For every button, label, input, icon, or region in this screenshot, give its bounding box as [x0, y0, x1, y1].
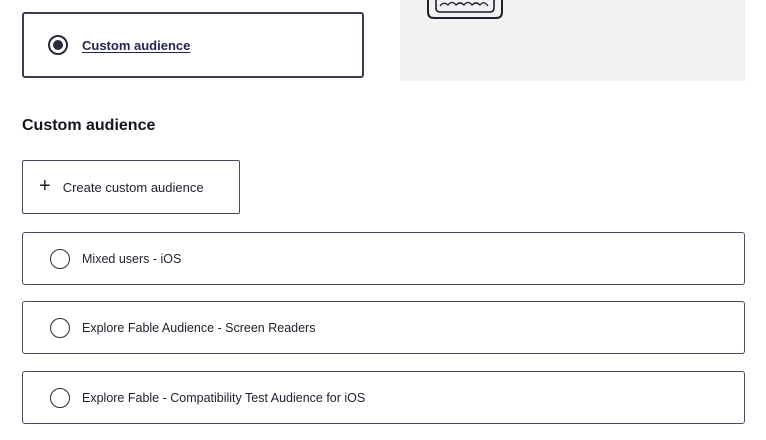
create-custom-audience-button[interactable]: + Create custom audience	[22, 160, 240, 214]
radio-dot	[53, 40, 63, 50]
audience-option-screen-readers[interactable]: Explore Fable Audience - Screen Readers	[22, 301, 745, 354]
audience-option-mixed-users-ios[interactable]: Mixed users - iOS	[22, 232, 745, 285]
section-title: Custom audience	[22, 117, 156, 134]
audience-type-label[interactable]: Custom audience	[82, 38, 190, 53]
audience-option-label: Mixed users - iOS	[82, 251, 182, 266]
radio-unselected[interactable]	[50, 387, 70, 408]
radio-selected[interactable]	[48, 35, 68, 55]
plus-icon: +	[39, 175, 51, 197]
audience-option-compatibility-ios[interactable]: Explore Fable - Compatibility Test Audie…	[22, 371, 745, 424]
audience-option-label: Explore Fable - Compatibility Test Audie…	[82, 390, 366, 405]
create-button-label: Create custom audience	[62, 179, 204, 195]
radio-unselected[interactable]	[50, 317, 70, 338]
radio-unselected[interactable]	[50, 248, 70, 269]
keyboard-illustration-icon	[427, 0, 503, 19]
illustration-panel	[400, 0, 745, 81]
audience-option-label: Explore Fable Audience - Screen Readers	[82, 320, 316, 335]
audience-type-option-custom[interactable]: Custom audience	[22, 12, 364, 78]
